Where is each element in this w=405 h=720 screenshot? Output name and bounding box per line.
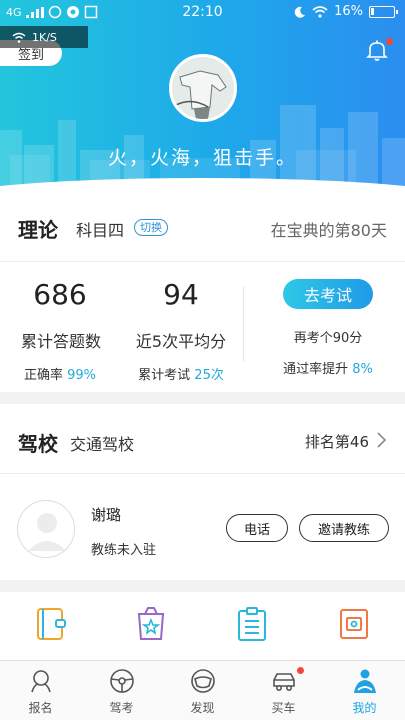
invite-coach-button[interactable]: 邀请教练 (299, 514, 389, 542)
exam-count-value: 25次 (194, 368, 224, 383)
tab-driving-test[interactable]: 驾考 (81, 661, 162, 720)
status-bar: 4G 22:10 16% (0, 0, 405, 26)
school-rank: 排名第46 (304, 433, 369, 451)
retake-note: 再考个90分 (293, 331, 363, 346)
bottom-tab-bar: 报名 驾考 发现 买车 我的 (0, 660, 405, 720)
pass-rate-text: 通过率提升 8% (258, 358, 398, 377)
user-avatar[interactable] (169, 54, 237, 122)
avatar-image (172, 57, 234, 119)
status-right: 16% (294, 4, 398, 19)
bell-badge (386, 38, 393, 45)
coach-status: 教练未入驻 (91, 543, 157, 558)
tab-label: 发现 (190, 701, 215, 715)
tab-signup[interactable]: 报名 (0, 661, 81, 720)
exam-count-prefix: 累计考试 (138, 368, 191, 383)
exam-count-text: 累计考试 25次 (116, 364, 246, 383)
accuracy-prefix: 正确率 (23, 368, 63, 383)
driving-school-card: 驾校 交通驾校 排名第46 谢璐 教练未入驻 电话 邀请教练 (0, 404, 405, 580)
coach-avatar (17, 500, 75, 558)
call-button[interactable]: 电话 (226, 514, 288, 542)
quick-actions (0, 592, 405, 660)
discover-icon (191, 669, 215, 693)
school-header[interactable]: 驾校 交通驾校 排名第46 (0, 404, 405, 474)
certificate-icon[interactable] (337, 606, 371, 642)
moon-icon (294, 6, 306, 18)
avg-score: 94 (163, 278, 199, 311)
take-exam-button[interactable]: 去考试 (283, 279, 373, 309)
battery-percent: 16% (334, 4, 363, 19)
pass-rate-value: 8% (352, 362, 373, 377)
wifi-small-icon (12, 32, 26, 43)
subject-switch-button[interactable]: 切换 (134, 219, 168, 236)
accuracy-value: 99% (67, 368, 97, 383)
school-name: 交通驾校 (70, 435, 135, 454)
tab-label: 驾考 (109, 701, 134, 715)
chevron-right-icon (377, 432, 387, 448)
default-avatar-icon (28, 513, 66, 551)
pass-rate-prefix: 通过率提升 (283, 362, 349, 377)
clipboard-icon[interactable] (235, 606, 269, 642)
profile-icon (354, 669, 376, 693)
tab-label: 报名 (28, 701, 53, 715)
tab-mine[interactable]: 我的 (324, 661, 405, 720)
signup-icon (31, 670, 51, 693)
theory-header: 理论 科目四 切换 在宝典的第80天 (0, 190, 405, 262)
accuracy-text: 正确率 99% (0, 364, 125, 383)
tab-label: 我的 (352, 701, 377, 715)
star-bag-icon[interactable] (134, 606, 168, 642)
net-speed-overlay: 1K/S (0, 26, 88, 48)
car-icon (273, 673, 295, 691)
answered-label: 累计答题数 (20, 332, 101, 351)
wifi-icon (312, 5, 328, 18)
steering-wheel-icon (110, 669, 134, 693)
battery-icon (369, 5, 398, 18)
answered-count: 686 (33, 278, 87, 311)
stats-divider (243, 286, 244, 362)
avg-score-label: 近5次平均分 (135, 332, 227, 351)
tab-buy-car[interactable]: 买车 (243, 661, 324, 720)
theory-subject: 科目四 (76, 221, 125, 240)
theory-card: 理论 科目四 切换 在宝典的第80天 686 累计答题数 正确率 99% 94 … (0, 190, 405, 392)
tab-label: 买车 (271, 701, 296, 715)
school-title: 驾校 (18, 432, 58, 456)
buy-car-badge (297, 667, 304, 674)
coach-name: 谢璐 (91, 506, 122, 524)
net-speed-value: 1K/S (32, 30, 57, 44)
theory-title: 理论 (18, 218, 58, 242)
tab-discover[interactable]: 发现 (162, 661, 243, 720)
notification-bell-button[interactable] (365, 38, 393, 62)
notebook-icon[interactable] (34, 606, 68, 642)
days-in-app: 在宝典的第80天 (270, 221, 387, 240)
user-motto: 火，火海，狙击手。 (107, 147, 297, 169)
